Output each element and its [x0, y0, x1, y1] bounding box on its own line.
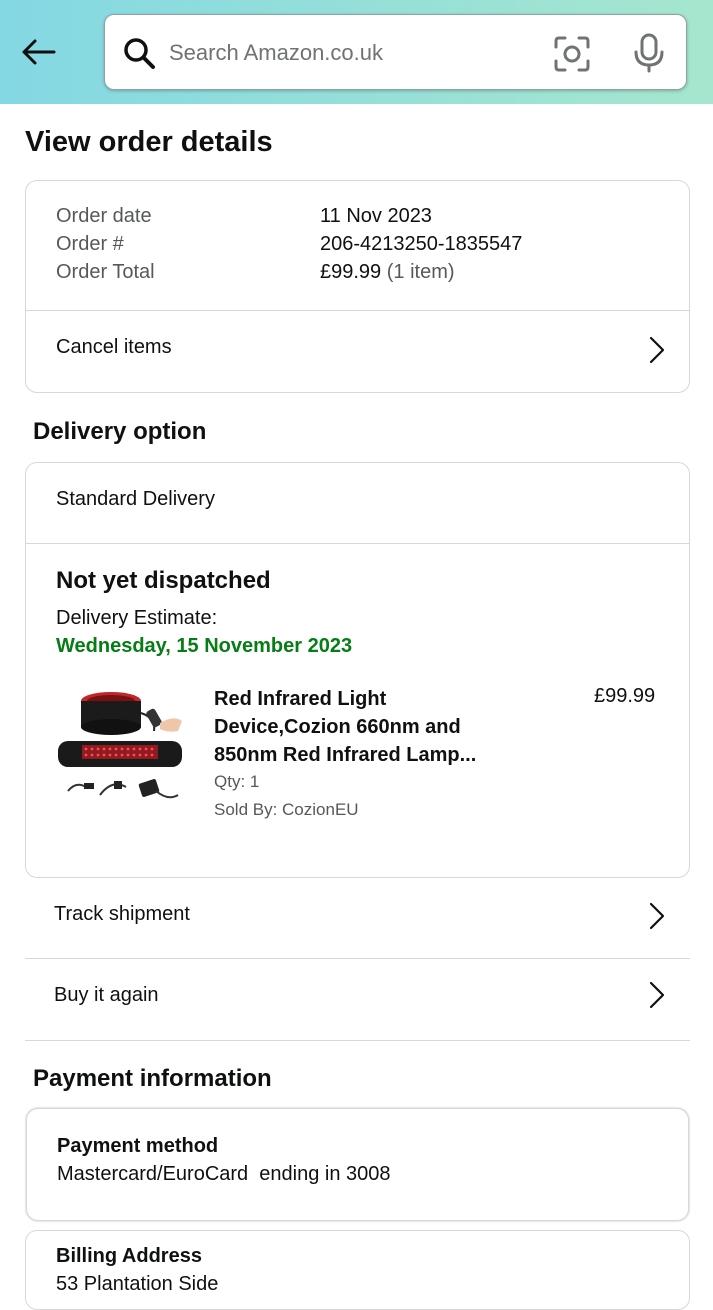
order-summary-card: Order date 11 Nov 2023 Order # 206-42132… — [25, 180, 690, 393]
app-header — [0, 0, 713, 104]
delivery-estimate-label: Delivery Estimate: — [56, 607, 218, 629]
page-title: View order details — [25, 126, 273, 158]
divider — [25, 1040, 690, 1041]
payment-method-title: Payment method — [57, 1135, 219, 1157]
order-total-amount: £99.99 — [320, 261, 382, 283]
billing-address-line: 53 Plantation Side — [56, 1273, 219, 1295]
search-bar[interactable] — [104, 14, 687, 90]
product-title[interactable]: Red Infrared Light Device,Cozion 660nm a… — [214, 685, 504, 769]
chevron-right-icon — [649, 902, 665, 930]
chevron-right-icon — [649, 981, 665, 1009]
billing-address-card: Billing Address 53 Plantation Side — [25, 1230, 690, 1310]
product-image[interactable] — [56, 683, 186, 813]
chevron-right-icon — [649, 336, 665, 364]
search-icon — [124, 38, 155, 69]
order-total-value: £99.99 (1 item) — [320, 261, 455, 284]
track-shipment-button[interactable]: Track shipment — [25, 878, 690, 958]
order-total-item-count: (1 item) — [386, 261, 455, 283]
delivery-option-label: Standard Delivery — [56, 488, 215, 510]
product-seller: Sold By: CozionEU — [214, 800, 359, 819]
back-button[interactable] — [18, 34, 58, 70]
billing-address-title: Billing Address — [56, 1245, 202, 1267]
delivery-section-title: Delivery option — [33, 418, 207, 445]
product-quantity: Qty: 1 — [214, 772, 260, 791]
camera-icon[interactable] — [553, 35, 591, 73]
search-input[interactable] — [169, 33, 529, 73]
delivery-estimate-date: Wednesday, 15 November 2023 — [56, 635, 353, 657]
payment-method-value: Mastercard/EuroCard ending in 3008 — [57, 1163, 391, 1185]
buy-it-again-label: Buy it again — [54, 984, 159, 1006]
microphone-icon[interactable] — [631, 33, 667, 73]
back-arrow-icon — [22, 39, 56, 65]
order-total-label: Order Total — [56, 261, 155, 283]
payment-method-card: Payment method Mastercard/EuroCard endin… — [26, 1108, 689, 1221]
order-number-value: 206-4213250-1835547 — [320, 233, 523, 255]
order-number-label: Order # — [56, 233, 124, 255]
divider — [26, 543, 689, 544]
product-price: £99.99 — [594, 685, 656, 707]
payment-section-title: Payment information — [33, 1065, 272, 1092]
order-date-value: 11 Nov 2023 — [320, 205, 432, 227]
delivery-card: Standard Delivery Not yet dispatched Del… — [25, 462, 690, 878]
cancel-items-link[interactable]: Cancel items — [26, 311, 689, 393]
cancel-items-label: Cancel items — [56, 336, 172, 358]
shipment-status: Not yet dispatched — [56, 567, 271, 594]
buy-it-again-button[interactable]: Buy it again — [25, 959, 690, 1039]
order-date-label: Order date — [56, 205, 152, 227]
track-shipment-label: Track shipment — [54, 903, 190, 925]
